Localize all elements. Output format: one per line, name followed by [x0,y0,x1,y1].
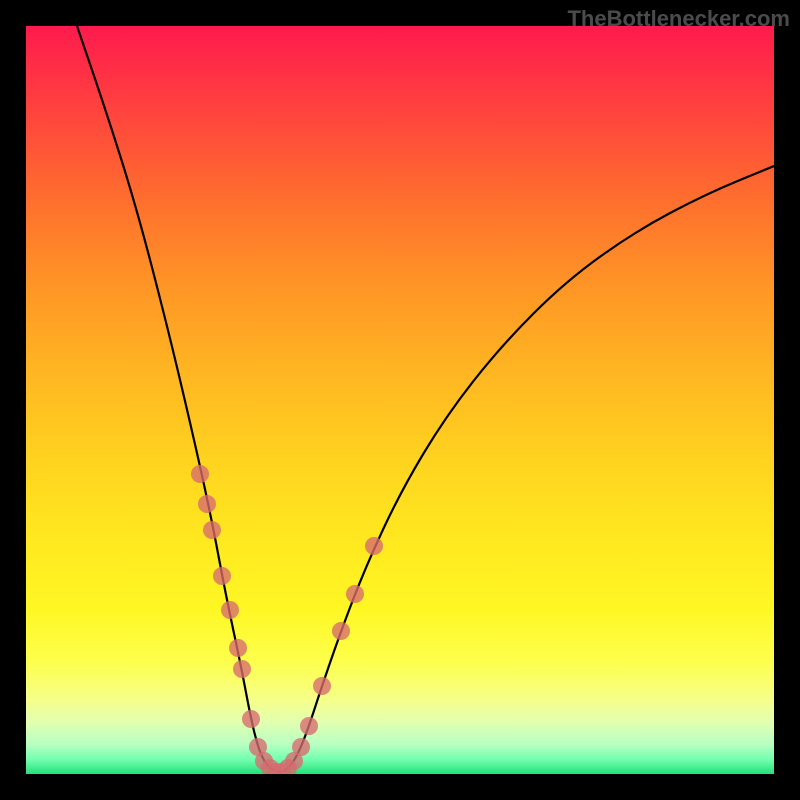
data-marker [313,677,331,695]
chart-svg [26,26,774,774]
data-marker [346,585,364,603]
data-marker [213,567,231,585]
data-marker [292,738,310,756]
data-marker [198,495,216,513]
data-marker [203,521,221,539]
data-marker [300,717,318,735]
data-markers-group [191,465,383,774]
plot-gradient-area [26,26,774,774]
data-marker [191,465,209,483]
data-marker [365,537,383,555]
data-marker [229,639,247,657]
bottleneck-curve [77,26,774,772]
watermark-text: TheBottlenecker.com [567,6,790,32]
chart-container: TheBottlenecker.com [0,0,800,800]
data-marker [242,710,260,728]
data-marker [332,622,350,640]
data-marker [221,601,239,619]
data-marker [233,660,251,678]
